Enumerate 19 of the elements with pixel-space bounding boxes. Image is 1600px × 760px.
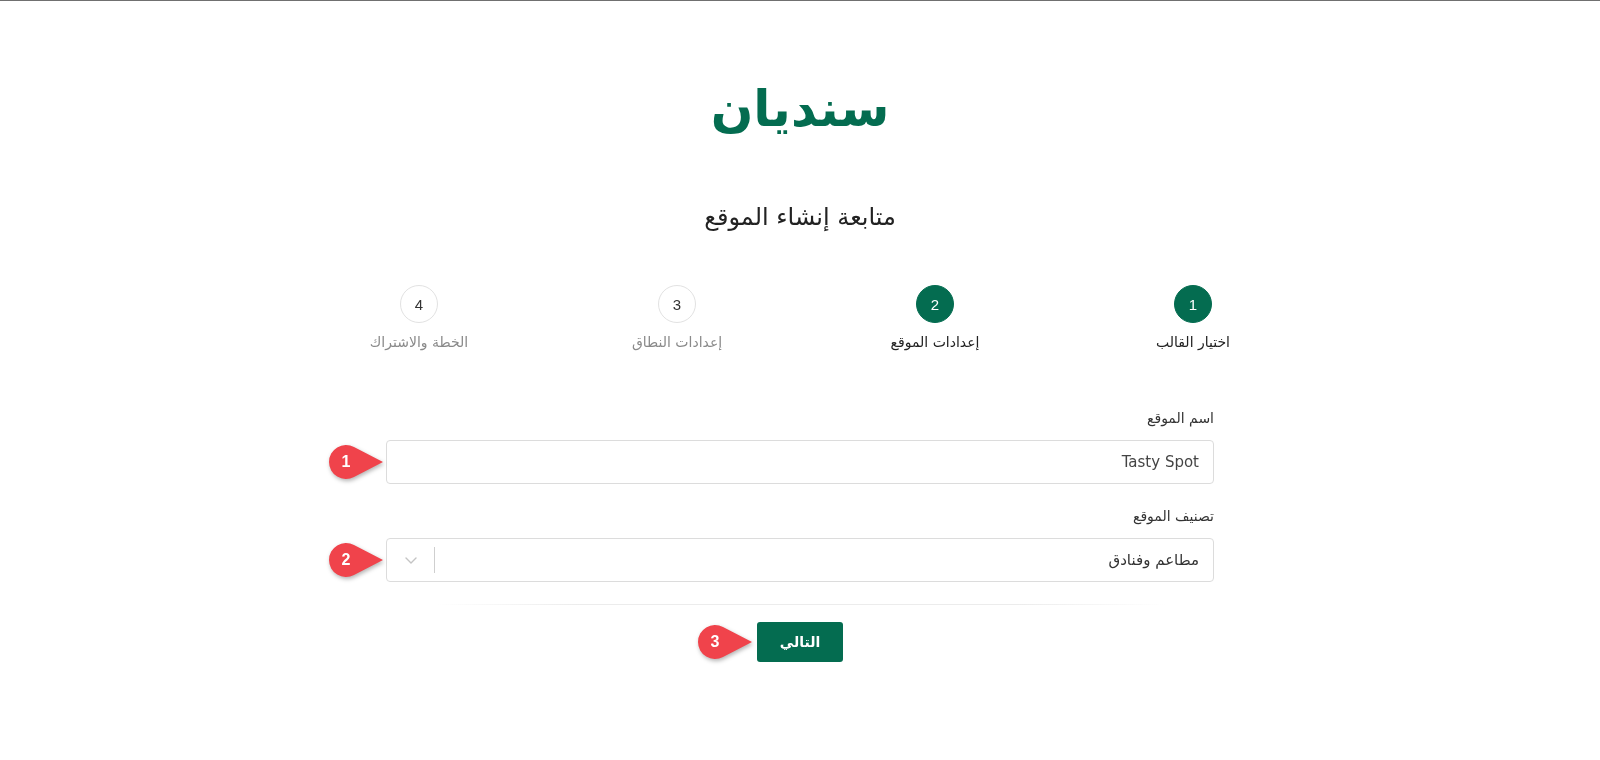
logo: سنديان bbox=[710, 79, 890, 139]
step-number: 1 bbox=[1174, 285, 1212, 323]
dropdown-field[interactable]: مطاعم وفنادق bbox=[386, 538, 1214, 582]
step-label: إعدادات الموقع bbox=[890, 333, 980, 352]
field-label: اسم الموقع bbox=[1147, 409, 1214, 428]
next-button[interactable]: التالي bbox=[757, 622, 843, 662]
step-number: 3 bbox=[658, 285, 696, 323]
page-title: متابعة إنشاء الموقع bbox=[704, 202, 896, 233]
field-label: تصنيف الموقع bbox=[1132, 507, 1214, 526]
callout-marker: 2 bbox=[328, 542, 384, 578]
chevron-down-icon bbox=[405, 556, 417, 564]
step-label: الخطة والاشتراك bbox=[369, 333, 469, 352]
step-number: 4 bbox=[400, 285, 438, 323]
text-input-field[interactable]: Tasty Spot bbox=[386, 440, 1214, 484]
callout-marker: 3 bbox=[697, 624, 753, 660]
step-label: إعدادات النطاق bbox=[631, 333, 723, 352]
step-label: اختيار القالب bbox=[1156, 333, 1230, 352]
step-number: 2 bbox=[916, 285, 954, 323]
callout-marker: 1 bbox=[328, 444, 384, 480]
